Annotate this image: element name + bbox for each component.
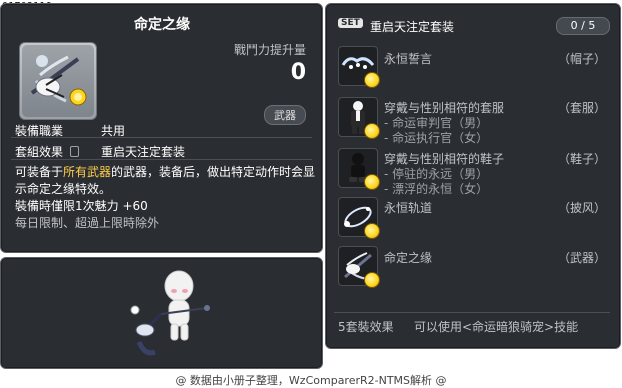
set-item-name: 永恒誓言 <box>384 52 433 66</box>
set-effect-count: 5套裝效果 <box>338 320 394 334</box>
set-item-category: （鞋子） <box>557 152 606 166</box>
job-value: 共用 <box>101 124 126 138</box>
set-item-icon-shoes <box>338 148 380 190</box>
set-item-name: 命定之缘 <box>384 251 433 265</box>
footer-credit: @ 数据由小册子整理，WzComparerR2-NTMS解析 @ <box>175 374 447 387</box>
character-preview-panel <box>0 257 323 369</box>
category-tag: 武器 <box>264 105 306 125</box>
set-badge: SET <box>338 18 363 28</box>
item-title: 命定之缘 <box>134 17 190 33</box>
set-effect-description: 可以使用<命运暗狼骑宠>技能 <box>414 320 579 334</box>
set-item-icon-cape <box>338 197 380 239</box>
set-item-category: （武器） <box>557 251 606 265</box>
set-item-category: （套服） <box>557 101 606 115</box>
set-count: 0 / 5 <box>556 17 610 35</box>
divider <box>11 159 312 160</box>
set-item-icon-hat <box>338 46 380 88</box>
set-item-category: （披风） <box>557 201 606 215</box>
lock-icon <box>69 146 79 157</box>
character-preview-icon <box>121 264 221 364</box>
description-line-1: 可装备于所有武器的武器，装备后，做出特定动作时会显 <box>15 163 315 180</box>
power-value: 0 <box>290 60 306 85</box>
set-item-category: （帽子） <box>557 52 606 66</box>
item-tooltip-panel: 命定之缘 戰鬥力提升量 0 武器 裝備職業 共用 套組效果 重启天注定套装 可装… <box>0 3 323 253</box>
desc-highlight: 所有武器 <box>63 165 112 179</box>
set-item-sub: - 漂浮的永恒（女） <box>384 182 489 196</box>
job-label: 裝備職業 <box>15 124 64 138</box>
set-item-name: 永恒轨道 <box>384 201 433 215</box>
power-label: 戰鬥力提升量 <box>233 43 306 57</box>
limit-line: 每日限制、超過上限時除外 <box>15 216 160 230</box>
set-effect-label: 套組效果 <box>15 143 79 160</box>
coin-icon <box>364 174 380 190</box>
set-title: 重启天注定套装 <box>370 20 455 34</box>
set-effect-value: 重启天注定套装 <box>101 145 186 159</box>
coin-icon <box>364 223 380 239</box>
set-item-sub: - 命运执行官（女） <box>384 131 489 145</box>
item-icon-frame <box>19 42 97 120</box>
coin-icon <box>364 72 380 88</box>
divider <box>334 312 610 313</box>
set-label-text: 套組效果 <box>15 145 64 159</box>
set-item-icon-suit <box>338 97 380 139</box>
charm-line: 裝備時僅限1次魅力 +60 <box>15 199 148 213</box>
desc-pre: 可装备于 <box>15 165 64 179</box>
description-line-2: 示命定之缘特效。 <box>15 182 112 196</box>
coin-icon <box>364 272 380 288</box>
crossbow-icon <box>22 45 94 117</box>
desc-post: 的武器，装备后，做出特定动作时会显 <box>111 165 316 179</box>
coin-icon <box>364 123 380 139</box>
set-item-icon-weapon <box>338 246 380 288</box>
